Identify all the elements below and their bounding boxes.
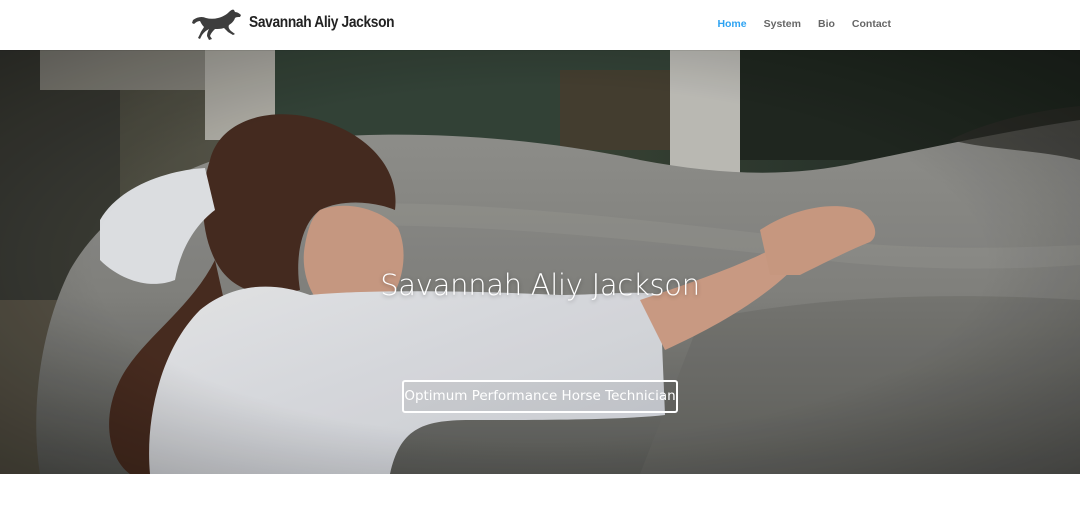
nav-item-system[interactable]: System: [764, 17, 801, 31]
hero-section: Savannah Aliy Jackson Optimum Performanc…: [0, 50, 1080, 474]
hero-title: Savannah Aliy Jackson: [380, 268, 700, 302]
nav-item-bio[interactable]: Bio: [818, 17, 835, 31]
nav-item-contact[interactable]: Contact: [852, 17, 891, 31]
nav-item-home[interactable]: Home: [717, 17, 746, 31]
hero-cta-button[interactable]: Optimum Performance Horse Technician: [402, 380, 678, 413]
site-header: Savannah Aliy Jackson Home System Bio Co…: [0, 0, 1080, 50]
running-horse-icon: [192, 9, 241, 40]
logo-text: Savannah Aliy Jackson: [249, 14, 395, 31]
main-nav: Home System Bio Contact: [717, 17, 891, 31]
content-area: [0, 474, 1080, 524]
site-logo[interactable]: Savannah Aliy Jackson: [191, 6, 395, 42]
